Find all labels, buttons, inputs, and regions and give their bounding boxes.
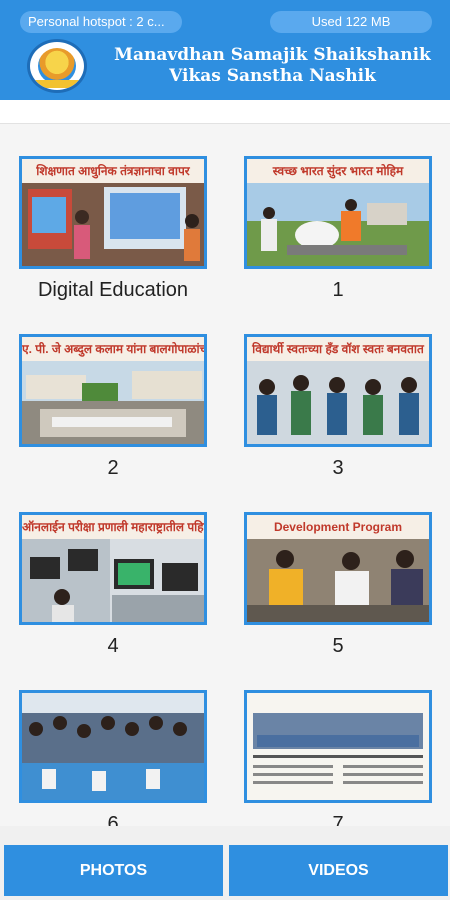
hotspot-status-pill: Personal hotspot : 2 c... [20,11,182,33]
data-usage-pill: Used 122 MB [270,11,432,33]
gallery-thumbnail[interactable]: ए. पी. जे अब्दुल कलाम यांना बालगोपाळांची [19,334,207,447]
students-group-photo [22,693,204,800]
school-ground-photo [22,361,204,444]
logo-ribbon [34,80,80,88]
gallery-thumbnail[interactable] [19,690,207,803]
header-divider-bar [0,100,450,124]
computer-lab-photo [22,539,204,622]
gallery-item[interactable]: 6 [19,690,207,826]
gallery-caption: Digital Education [37,279,189,301]
thumbnail-banner-text: ए. पी. जे अब्दुल कलाम यांना बालगोपाळांची [22,337,204,361]
development-program-photo [247,539,429,622]
gallery-caption: 2 [107,457,119,479]
gallery-caption: 3 [332,457,344,479]
gallery-caption: 1 [332,279,344,301]
cleanliness-drive-photo [247,183,429,266]
gallery-item[interactable]: Development Program 5 [244,512,432,659]
gallery-thumbnail[interactable]: स्वच्छ भारत सुंदर भारत मोहिम [244,156,432,269]
gallery-item[interactable]: विद्यार्थी स्वतःच्या हँड वॉश स्वतः बनवता… [244,334,432,481]
logo-emblem-icon [38,48,76,84]
classroom-photo [22,183,204,266]
newspaper-clipping-photo [247,693,429,800]
organization-logo [27,39,87,93]
gallery-item[interactable]: ए. पी. जे अब्दुल कलाम यांना बालगोपाळांची… [19,334,207,481]
thumbnail-banner-text: विद्यार्थी स्वतःच्या हँड वॉश स्वतः बनवता… [247,337,429,361]
gallery-item[interactable]: ऑनलाईन परीक्षा प्रणाली महाराष्ट्रातील पह… [19,512,207,659]
gallery-thumbnail[interactable]: शिक्षणात आधुनिक तंत्रज्ञानाचा वापर [19,156,207,269]
app-title-line1: Manavdhan Samajik Shaikshanik [114,45,431,65]
thumbnail-banner-text: शिक्षणात आधुनिक तंत्रज्ञानाचा वापर [22,159,204,183]
gallery-caption: 5 [332,635,344,657]
gallery-item[interactable]: शिक्षणात आधुनिक तंत्रज्ञानाचा वापर Digit… [19,156,207,303]
gallery-thumbnail[interactable] [244,690,432,803]
gallery-item[interactable]: 7 [244,690,432,826]
gallery-thumbnail[interactable]: Development Program [244,512,432,625]
photos-button[interactable]: PHOTOS [4,845,223,896]
bottom-action-bar: PHOTOS VIDEOS [0,826,450,900]
videos-button[interactable]: VIDEOS [229,845,448,896]
thumbnail-banner-text: Development Program [247,515,429,539]
students-handwash-photo [247,361,429,444]
gallery-thumbnail[interactable]: ऑनलाईन परीक्षा प्रणाली महाराष्ट्रातील पह… [19,512,207,625]
gallery-thumbnail[interactable]: विद्यार्थी स्वतःच्या हँड वॉश स्वतः बनवता… [244,334,432,447]
thumbnail-banner-text: ऑनलाईन परीक्षा प्रणाली महाराष्ट्रातील पह… [22,515,204,539]
gallery-caption: 4 [107,635,119,657]
gallery-grid[interactable]: शिक्षणात आधुनिक तंत्रज्ञानाचा वापर Digit… [0,156,450,826]
app-title: Manavdhan Samajik Shaikshanik Vikas Sans… [100,45,445,87]
gallery-caption: 6 [107,813,119,826]
gallery-item[interactable]: स्वच्छ भारत सुंदर भारत मोहिम 1 [244,156,432,303]
gallery-caption: 7 [332,813,344,826]
app-title-line2: Vikas Sanstha Nashik [169,66,376,86]
app-header: Personal hotspot : 2 c... Used 122 MB Ma… [0,0,450,100]
thumbnail-banner-text: स्वच्छ भारत सुंदर भारत मोहिम [247,159,429,183]
